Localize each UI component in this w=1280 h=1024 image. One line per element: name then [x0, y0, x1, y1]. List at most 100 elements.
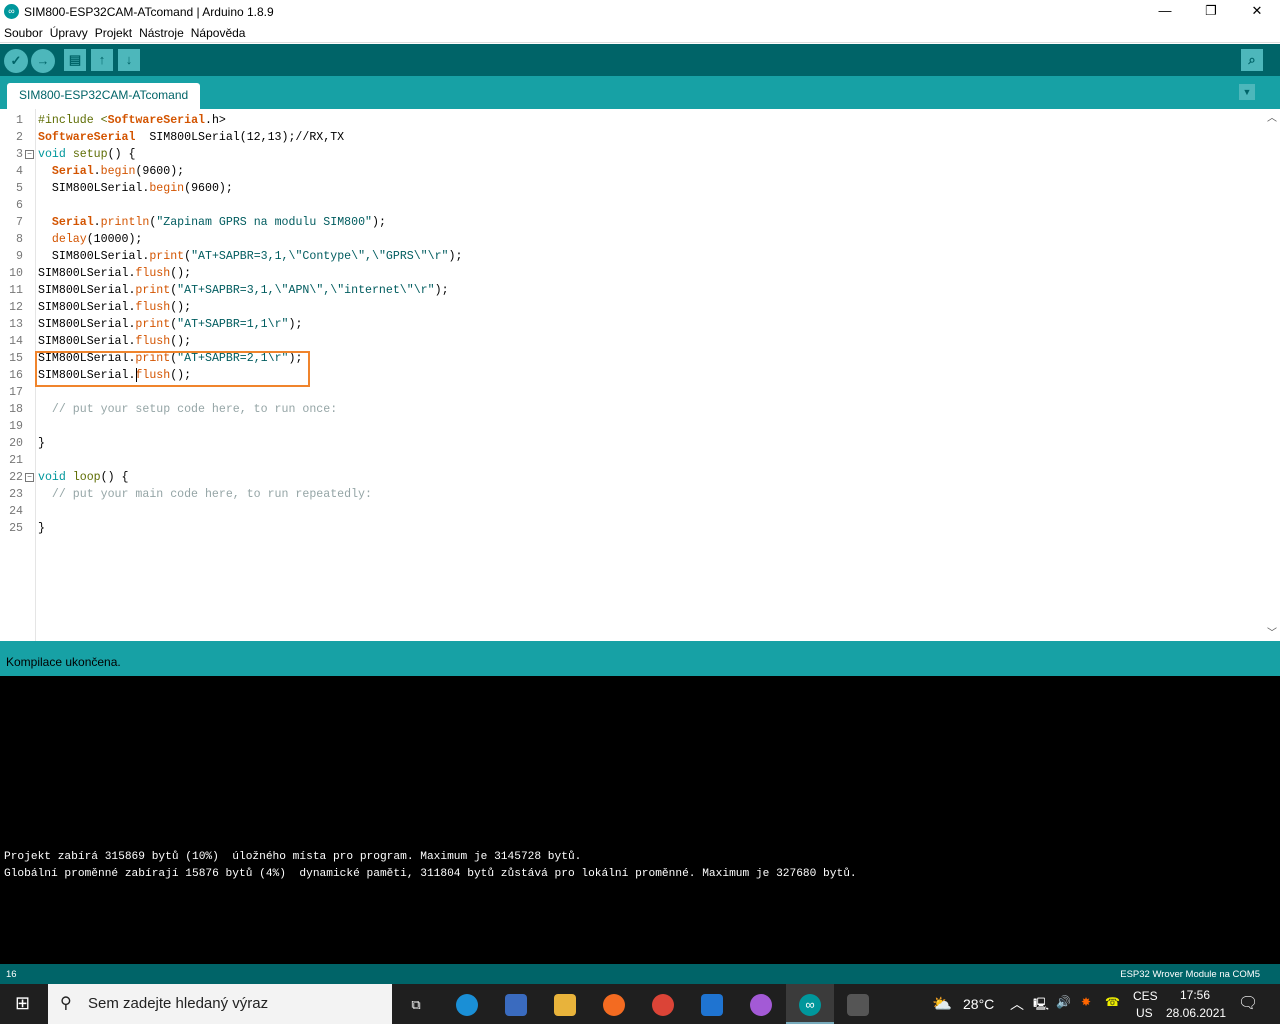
- close-button[interactable]: ✕: [1234, 0, 1280, 23]
- code-line[interactable]: 4 Serial.begin(9600);: [0, 163, 1264, 180]
- task-view-icon[interactable]: ⧉: [405, 994, 427, 1016]
- code-line[interactable]: 3− void setup() {: [0, 146, 1264, 163]
- notifications-icon[interactable]: 🗨: [1238, 993, 1258, 1013]
- code-token: );: [372, 216, 386, 229]
- arduino-taskbar-button[interactable]: ∞: [786, 984, 834, 1024]
- tab-sketch[interactable]: SIM800-ESP32CAM-ATcomand: [7, 83, 201, 109]
- windows-start-icon[interactable]: ⊞: [15, 993, 30, 1014]
- line-number: 1: [16, 114, 23, 127]
- status-bar: Kompilace ukončena.: [0, 641, 1280, 676]
- line-number: 15: [9, 352, 23, 365]
- code-editor[interactable]: 1 #include <SoftwareSerial.h> 2 SoftwareSer…: [0, 109, 1280, 641]
- code-token: begin: [100, 165, 136, 178]
- verify-button[interactable]: ✓: [4, 49, 28, 73]
- console-output: Projekt zabírá 315869 bytů (10%) úložnéh…: [0, 676, 1280, 964]
- code-token: ();: [170, 301, 192, 314]
- edge-icon[interactable]: [456, 994, 478, 1016]
- photos-icon[interactable]: [750, 994, 772, 1016]
- code-text: delay(10000);: [38, 231, 142, 248]
- line-number: 8: [16, 233, 23, 246]
- code-token: "AT+SAPBR=3,1,\"APN\",\"internet\"\r": [177, 284, 435, 297]
- weather-icon[interactable]: ⛅: [932, 994, 952, 1014]
- vertical-scrollbar[interactable]: ︿ ﹀: [1264, 109, 1280, 641]
- volume-icon[interactable]: 🔊: [1056, 995, 1071, 1009]
- code-line[interactable]: 13 SIM800LSerial.print("AT+SAPBR=1,1\r");: [0, 316, 1264, 333]
- store-icon[interactable]: [505, 994, 527, 1016]
- open-button[interactable]: ↑: [91, 49, 113, 71]
- scroll-down-icon[interactable]: ﹀: [1264, 624, 1280, 639]
- code-token: SoftwareSerial: [107, 114, 205, 127]
- scroll-up-icon[interactable]: ︿: [1264, 109, 1280, 124]
- clock-date[interactable]: 28.06.2021: [1166, 1006, 1226, 1020]
- minimize-button[interactable]: —: [1142, 0, 1188, 23]
- serial-monitor-button[interactable]: ⌕: [1241, 49, 1263, 71]
- menu-napoveda[interactable]: Nápověda: [191, 26, 246, 40]
- upload-button[interactable]: →: [31, 49, 55, 73]
- code-text: SIM800LSerial.flush();: [38, 333, 191, 350]
- code-token: );: [288, 318, 303, 331]
- code-token: }: [38, 522, 45, 535]
- temperature[interactable]: 28°C: [963, 996, 994, 1012]
- app-icon[interactable]: [847, 994, 869, 1016]
- code-line[interactable]: 10 SIM800LSerial.flush();: [0, 265, 1264, 282]
- code-line[interactable]: 2 SoftwareSerial SIM800LSerial(12,13);//R…: [0, 129, 1264, 146]
- clock-time[interactable]: 17:56: [1180, 988, 1210, 1002]
- code-line[interactable]: 8 delay(10000);: [0, 231, 1264, 248]
- code-token: setup: [72, 148, 108, 161]
- menu-soubor[interactable]: Soubor: [4, 26, 43, 40]
- code-text: Serial.println("Zapinam GPRS na modulu S…: [38, 214, 386, 231]
- network-icon[interactable]: 🖳: [1033, 995, 1049, 1016]
- fold-toggle-icon[interactable]: −: [25, 150, 34, 159]
- code-line[interactable]: 25}: [0, 520, 1264, 537]
- line-number: 23: [9, 488, 23, 501]
- code-line[interactable]: 21: [0, 452, 1264, 469]
- phone-icon[interactable]: ☎: [1105, 995, 1120, 1009]
- code-line[interactable]: 14 SIM800LSerial.flush();: [0, 333, 1264, 350]
- code-text: void loop() {: [38, 469, 129, 486]
- line-number: 2: [16, 131, 23, 144]
- tab-menu-button[interactable]: ▼: [1239, 84, 1255, 100]
- mail-icon[interactable]: [701, 994, 723, 1016]
- language-secondary[interactable]: US: [1136, 1006, 1153, 1020]
- code-text: SIM800LSerial.print("AT+SAPBR=3,1,\"APN\…: [38, 282, 449, 299]
- avast-icon[interactable]: ✸: [1081, 995, 1091, 1009]
- language-primary[interactable]: CES: [1133, 989, 1158, 1003]
- new-button[interactable]: ▤: [64, 49, 86, 71]
- code-text: Serial.begin(9600);: [38, 163, 184, 180]
- code-line[interactable]: 18 // put your setup code here, to run o…: [0, 401, 1264, 418]
- code-line[interactable]: 19: [0, 418, 1264, 435]
- line-number: 19: [9, 420, 23, 433]
- code-line[interactable]: 12 SIM800LSerial.flush();: [0, 299, 1264, 316]
- menu-nastroje[interactable]: Nástroje: [139, 26, 184, 40]
- line-number: 6: [16, 199, 23, 212]
- code-line[interactable]: 1 #include <SoftwareSerial.h>: [0, 112, 1264, 129]
- code-token: );: [434, 284, 449, 297]
- code-line[interactable]: 7 Serial.println("Zapinam GPRS na modulu…: [0, 214, 1264, 231]
- code-line[interactable]: 22− void loop() {: [0, 469, 1264, 486]
- code-line[interactable]: 9 SIM800LSerial.print("AT+SAPBR=3,1,\"Co…: [0, 248, 1264, 265]
- code-line[interactable]: 20}: [0, 435, 1264, 452]
- chrome-icon[interactable]: [652, 994, 674, 1016]
- code-text: // put your setup code here, to run once…: [38, 401, 337, 418]
- code-line[interactable]: 6: [0, 197, 1264, 214]
- code-token: (9600);: [135, 165, 185, 178]
- toolbar: ✓ → ▤ ↑ ↓ ⌕: [0, 44, 1280, 76]
- code-token: );: [448, 250, 463, 263]
- code-line[interactable]: 24: [0, 503, 1264, 520]
- menu-upravy[interactable]: Úpravy: [50, 26, 88, 40]
- firefox-icon[interactable]: [603, 994, 625, 1016]
- code-line[interactable]: 23 // put your main code here, to run re…: [0, 486, 1264, 503]
- fold-toggle-icon[interactable]: −: [25, 473, 34, 482]
- file-explorer-icon[interactable]: [554, 994, 576, 1016]
- taskbar-search[interactable]: ⚲ Sem zadejte hledaný výraz: [48, 984, 392, 1024]
- menu-projekt[interactable]: Projekt: [95, 26, 132, 40]
- code-line[interactable]: 11 SIM800LSerial.print("AT+SAPBR=3,1,\"AP…: [0, 282, 1264, 299]
- code-token: SIM800LSerial.: [38, 182, 150, 195]
- tray-chevron-icon[interactable]: ︿: [1010, 994, 1024, 1014]
- code-line[interactable]: 5 SIM800LSerial.begin(9600);: [0, 180, 1264, 197]
- restore-button[interactable]: ❐: [1188, 0, 1234, 23]
- save-button[interactable]: ↓: [118, 49, 140, 71]
